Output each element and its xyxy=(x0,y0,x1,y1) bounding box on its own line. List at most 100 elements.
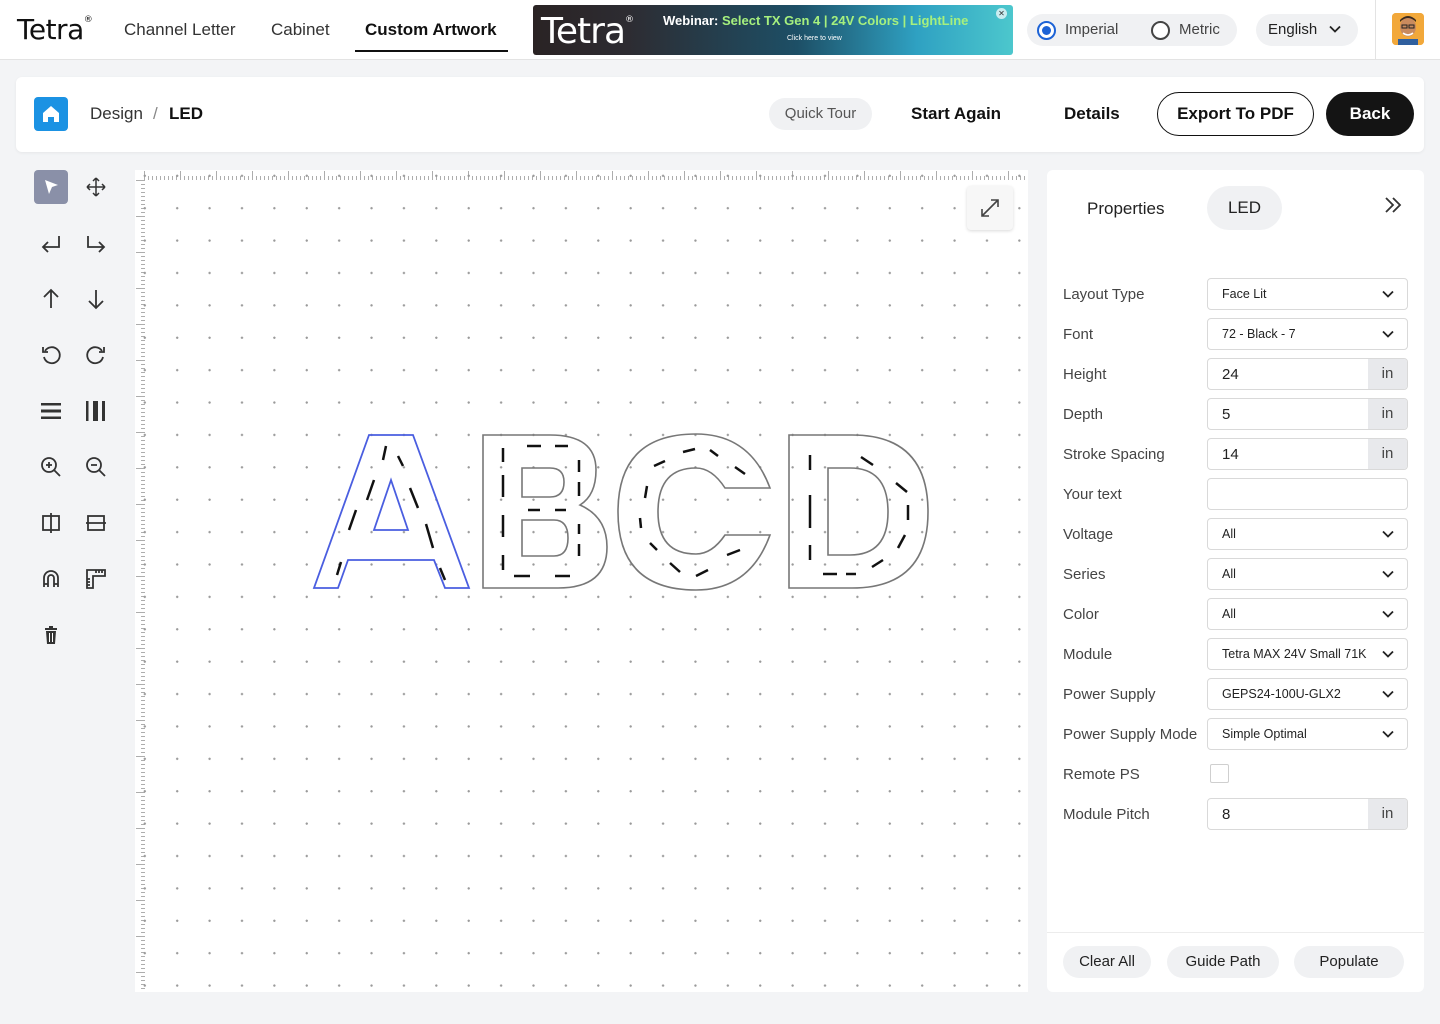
tab-channel-letter[interactable]: Channel Letter xyxy=(124,20,236,40)
back-button[interactable]: Back xyxy=(1326,92,1414,136)
home-button[interactable] xyxy=(34,97,68,131)
rotate-left-icon[interactable] xyxy=(34,338,68,372)
power-supply-label: Power Supply xyxy=(1063,686,1156,703)
flip-vertical-icon[interactable] xyxy=(79,506,113,540)
ruler-horizontal xyxy=(144,171,1025,180)
close-icon[interactable]: ✕ xyxy=(996,8,1007,19)
divider xyxy=(1375,0,1376,60)
remote-ps-label: Remote PS xyxy=(1063,766,1140,783)
flip-horizontal-icon[interactable] xyxy=(34,506,68,540)
layout-type-select[interactable]: Face Lit xyxy=(1207,278,1408,310)
module-pitch-label: Module Pitch xyxy=(1063,806,1150,823)
letter-d[interactable] xyxy=(788,434,929,589)
series-label: Series xyxy=(1063,566,1106,583)
zoom-in-icon[interactable] xyxy=(34,450,68,484)
details-button[interactable]: Details xyxy=(1064,104,1120,124)
redo-icon[interactable] xyxy=(79,227,113,261)
arrow-up-icon[interactable] xyxy=(34,282,68,316)
banner-text: Webinar: Select TX Gen 4 | 24V Colors | … xyxy=(663,13,969,28)
voltage-label: Voltage xyxy=(1063,526,1114,543)
language-value: English xyxy=(1268,21,1318,38)
breadcrumb-separator: / xyxy=(153,104,158,123)
artwork-letters[interactable] xyxy=(300,420,940,605)
populate-button[interactable]: Populate xyxy=(1294,946,1404,978)
active-tab-indicator xyxy=(355,50,508,52)
color-select[interactable]: All xyxy=(1207,598,1408,630)
trash-icon[interactable] xyxy=(34,618,68,652)
breadcrumb-design[interactable]: Design xyxy=(90,104,143,124)
your-text-label: Your text xyxy=(1063,486,1122,503)
ruler-icon[interactable] xyxy=(79,562,113,596)
panel-footer-divider xyxy=(1047,932,1424,933)
start-again-button[interactable]: Start Again xyxy=(911,104,1001,124)
select-icon[interactable] xyxy=(34,170,68,204)
breadcrumb-bar: Design / LED Quick Tour Start Again Deta… xyxy=(16,77,1424,152)
properties-chip-led[interactable]: LED xyxy=(1207,186,1282,230)
undo-icon[interactable] xyxy=(34,227,68,261)
ruler-vertical xyxy=(136,180,145,989)
chevron-down-icon xyxy=(1382,650,1394,658)
chevron-down-icon xyxy=(1329,25,1341,33)
stroke-spacing-input[interactable]: 14 in xyxy=(1207,438,1408,470)
height-label: Height xyxy=(1063,366,1107,383)
unit-toggle: Imperial Metric xyxy=(1027,14,1237,46)
expand-icon xyxy=(981,199,999,217)
radio-metric[interactable] xyxy=(1151,21,1170,40)
your-text-input[interactable] xyxy=(1207,478,1408,510)
radio-metric-label[interactable]: Metric xyxy=(1179,21,1220,38)
collapse-panel-icon[interactable] xyxy=(1382,194,1404,216)
height-input[interactable]: 24 in xyxy=(1207,358,1408,390)
stroke-spacing-label: Stroke Spacing xyxy=(1063,446,1165,463)
module-label: Module xyxy=(1063,646,1113,663)
webinar-banner[interactable]: Tetra® Webinar: Select TX Gen 4 | 24V Co… xyxy=(533,5,1013,55)
fullscreen-button[interactable] xyxy=(967,186,1013,230)
chevron-down-icon xyxy=(1382,570,1394,578)
voltage-select[interactable]: All xyxy=(1207,518,1408,550)
language-select[interactable]: English xyxy=(1256,14,1358,46)
depth-label: Depth xyxy=(1063,406,1104,423)
module-pitch-input[interactable]: 8 in xyxy=(1207,798,1408,830)
zoom-out-icon[interactable] xyxy=(79,450,113,484)
letter-b[interactable] xyxy=(482,434,608,589)
power-supply-mode-label: Power Supply Mode xyxy=(1063,726,1198,743)
tab-custom-artwork[interactable]: Custom Artwork xyxy=(365,20,497,40)
chevron-down-icon xyxy=(1382,690,1394,698)
arrow-down-icon[interactable] xyxy=(79,282,113,316)
chevron-down-icon xyxy=(1382,530,1394,538)
breadcrumb-current: LED xyxy=(169,104,203,123)
chevron-down-icon xyxy=(1382,290,1394,298)
home-icon xyxy=(43,106,59,122)
align-horizontal-icon[interactable] xyxy=(34,394,68,428)
align-vertical-icon[interactable] xyxy=(79,394,113,428)
export-pdf-button[interactable]: Export To PDF xyxy=(1157,92,1314,136)
avatar[interactable] xyxy=(1392,13,1424,45)
clear-all-button[interactable]: Clear All xyxy=(1063,946,1151,978)
properties-title: Properties xyxy=(1087,199,1165,218)
chevron-down-icon xyxy=(1382,330,1394,338)
rotate-right-icon[interactable] xyxy=(79,338,113,372)
series-select[interactable]: All xyxy=(1207,558,1408,590)
banner-subtext: Click here to view xyxy=(787,35,842,42)
quick-tour-button[interactable]: Quick Tour xyxy=(769,98,872,130)
module-select[interactable]: Tetra MAX 24V Small 71K xyxy=(1207,638,1408,670)
power-supply-mode-select[interactable]: Simple Optimal xyxy=(1207,718,1408,750)
chevron-down-icon xyxy=(1382,610,1394,618)
magnet-icon[interactable] xyxy=(34,562,68,596)
radio-imperial-label[interactable]: Imperial xyxy=(1065,21,1118,38)
letter-c[interactable] xyxy=(617,433,772,591)
chevron-down-icon xyxy=(1382,730,1394,738)
letter-a[interactable] xyxy=(312,434,471,589)
top-nav: Tetra® Channel Letter Cabinet Custom Art… xyxy=(0,0,1440,60)
font-label: Font xyxy=(1063,326,1094,343)
depth-input[interactable]: 5 in xyxy=(1207,398,1408,430)
banner-logo: Tetra® xyxy=(541,11,634,52)
brand-logo[interactable]: Tetra® xyxy=(17,13,93,46)
font-select[interactable]: 72 - Black - 7 xyxy=(1207,318,1408,350)
properties-panel: Properties LED Layout Type Face Lit Font… xyxy=(1047,170,1424,992)
radio-imperial[interactable] xyxy=(1037,21,1056,40)
move-icon[interactable] xyxy=(79,170,113,204)
remote-ps-checkbox[interactable] xyxy=(1210,764,1229,783)
guide-path-button[interactable]: Guide Path xyxy=(1167,946,1279,978)
power-supply-select[interactable]: GEPS24-100U-GLX2 xyxy=(1207,678,1408,710)
tab-cabinet[interactable]: Cabinet xyxy=(271,20,330,40)
